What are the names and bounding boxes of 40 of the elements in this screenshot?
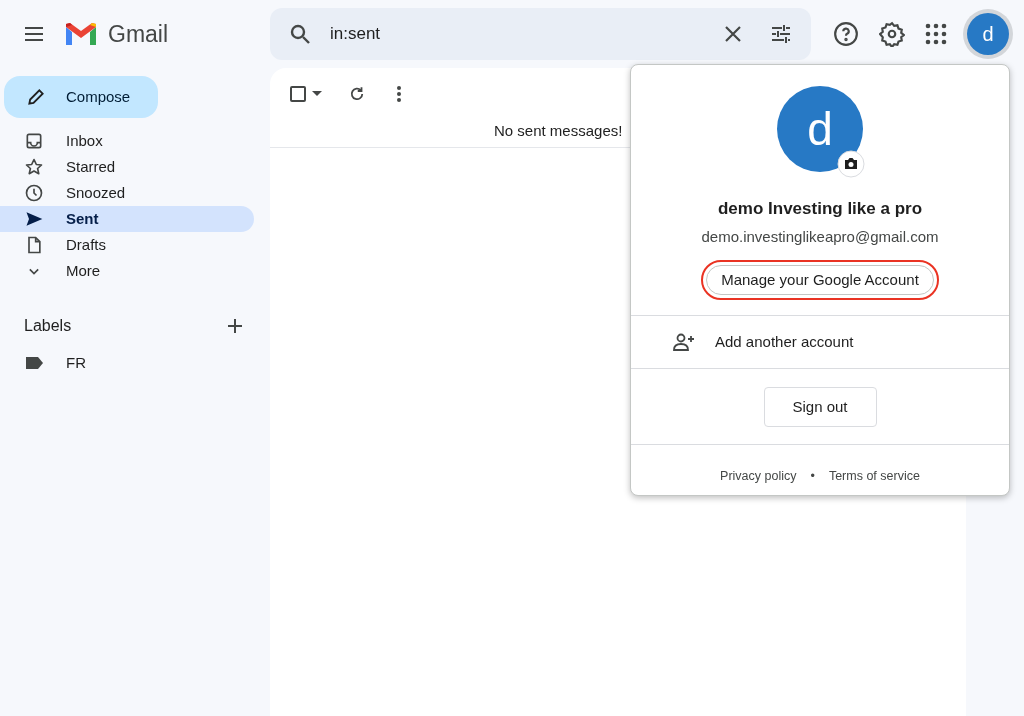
account-name: demo Investing like a pro xyxy=(717,198,923,220)
account-email: demo.investinglikeapro@gmail.com xyxy=(701,226,939,247)
separator-dot: • xyxy=(810,468,815,485)
empty-message: No sent messages! xyxy=(494,121,623,141)
add-icon[interactable] xyxy=(226,317,244,335)
sidebar-item[interactable]: Inbox xyxy=(0,128,254,154)
clock-icon xyxy=(24,183,44,203)
more-vertical-icon[interactable] xyxy=(396,85,402,103)
camera-icon[interactable] xyxy=(837,150,865,178)
sidebar-item[interactable]: More xyxy=(0,258,254,284)
filter-sliders-icon[interactable] xyxy=(769,22,793,46)
app-name: Gmail xyxy=(108,19,169,49)
refresh-icon[interactable] xyxy=(348,85,366,103)
sidebar-item[interactable]: Drafts xyxy=(0,232,254,258)
settings-icon[interactable] xyxy=(879,21,905,47)
checkbox-icon[interactable] xyxy=(290,86,306,102)
caret-icon[interactable] xyxy=(312,91,322,97)
pencil-icon xyxy=(26,87,46,107)
labels-heading: Labels xyxy=(24,316,72,336)
sidebar-item[interactable]: Starred xyxy=(0,154,254,180)
search-input[interactable]: in:sent xyxy=(330,21,723,47)
star-icon xyxy=(24,157,44,177)
envelope-logo-icon xyxy=(64,21,98,47)
apps-grid-icon[interactable] xyxy=(925,23,947,45)
sidebar-item[interactable]: Snoozed xyxy=(0,180,254,206)
label-item[interactable]: FR xyxy=(0,352,270,374)
search-icon xyxy=(288,22,312,46)
close-icon[interactable] xyxy=(723,24,743,44)
footer-link[interactable]: Privacy policy xyxy=(720,467,797,486)
help-icon[interactable] xyxy=(833,21,859,47)
inbox-icon xyxy=(24,131,44,151)
label-tag-icon xyxy=(24,356,44,370)
footer-link[interactable]: Terms of service xyxy=(828,467,920,486)
sidebar-item[interactable]: Sent xyxy=(0,206,254,232)
compose-button[interactable]: Compose xyxy=(4,76,158,118)
search-field[interactable]: in:sent xyxy=(270,8,811,60)
add-account-item[interactable]: Add another account xyxy=(631,316,1009,368)
sign-out-button[interactable]: Sign out xyxy=(763,387,877,427)
add-person-icon xyxy=(673,333,695,351)
account-avatar-button[interactable]: d xyxy=(967,13,1009,55)
